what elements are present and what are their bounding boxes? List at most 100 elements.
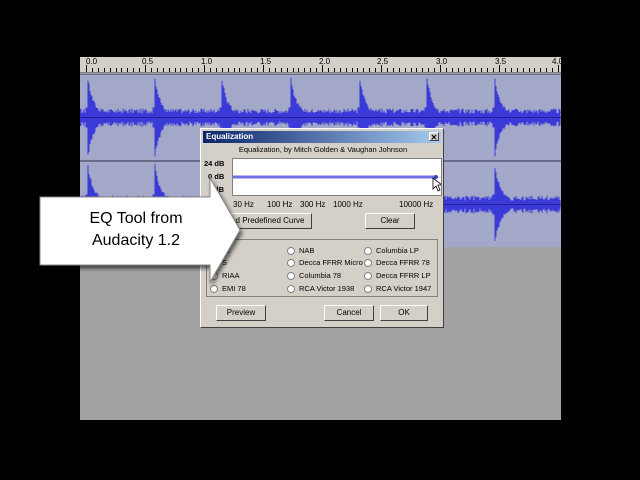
ruler-label: 3.0 [436,57,448,66]
ruler-tick [168,68,170,72]
preview-button[interactable]: Preview [216,305,266,321]
db-label-mid: 0 dB [208,172,225,181]
ruler-tick [304,68,306,72]
ruler-tick [209,68,211,72]
radio-icon [364,285,372,294]
ruler-tick [274,68,276,72]
ruler-tick [121,68,123,72]
ruler-label: 4.0 [552,57,561,66]
radio-icon [364,272,372,281]
ruler-tick [298,68,300,72]
radio-rca-victor-1947[interactable]: RCA Victor 1947 [364,284,431,294]
ruler-tick [369,68,371,72]
ruler-tick [451,68,453,72]
callout-text: EQ Tool from Audacity 1.2 [52,208,220,252]
radio-decca-ffrr-micro[interactable]: Decca FFRR Micro [287,258,363,268]
ruler-tick [504,68,506,72]
db-label-bottom: dB [214,185,224,194]
ruler-tick [440,65,441,72]
ruler-tick [204,65,205,72]
ruler-tick [310,68,312,72]
ruler-tick [162,68,164,72]
eq-curve-svg [233,175,444,192]
ruler-tick [280,68,282,72]
ruler-tick [375,68,377,72]
ruler-tick [127,68,129,72]
ruler-label: 3.5 [495,57,507,66]
radio-preset-2[interactable]: S [210,258,227,268]
ruler-tick [263,65,264,72]
ruler-tick [268,68,270,72]
ruler-tick [481,68,483,72]
ruler-tick [528,68,530,72]
ruler-tick [156,68,158,72]
radio-emi-78[interactable]: EMI 78 [210,284,246,294]
eq-curve-graph[interactable] [232,158,444,196]
clear-button[interactable]: Clear [365,213,415,229]
ruler-tick [386,68,388,72]
ruler-tick [558,65,559,72]
ruler-tick [357,68,359,72]
timeline-ruler[interactable]: 0.0 0.5 1.0 1.5 2.0 2.5 3.0 3.5 4.0 [80,57,561,73]
freq-label-1000: 1000 Hz [333,200,363,209]
freq-label-10000: 10000 Hz [399,200,434,209]
ruler-tick [493,68,495,72]
radio-decca-ffrr-lp[interactable]: Decca FFRR LP [364,271,431,281]
callout-line-2: Audacity 1.2 [91,232,181,249]
ruler-tick [245,68,247,72]
ok-button[interactable]: OK [380,305,428,321]
ruler-tick [150,68,152,72]
radio-nab[interactable]: NAB [287,246,314,256]
ruler-tick [392,68,394,72]
ruler-tick [410,68,412,72]
close-button[interactable]: ✕ [429,132,439,142]
radio-icon [364,247,372,256]
load-predefined-curve-button[interactable]: d Predefined Curve [228,213,312,229]
ruler-tick [445,68,447,72]
ruler-tick [192,68,194,72]
radio-icon [287,259,295,268]
freq-label-30: 30 Hz [233,200,254,209]
ruler-tick [115,68,117,72]
radio-columbia-78[interactable]: Columbia 78 [287,271,341,281]
ruler-tick [404,68,406,72]
radio-icon [210,259,218,268]
radio-columbia-lp[interactable]: Columbia LP [364,246,419,256]
dialog-titlebar[interactable]: Equalization ✕ [203,131,441,143]
cancel-button[interactable]: Cancel [324,305,374,321]
credit-text: Equalization, by Mitch Golden & Vaughan … [238,145,408,154]
ruler-tick [487,68,489,72]
ruler-tick [327,68,329,72]
ruler-tick [286,68,288,72]
ruler-tick [227,68,229,72]
ruler-tick [363,68,365,72]
ruler-tick [552,68,554,72]
ruler-tick [174,68,176,72]
ruler-tick [416,68,418,72]
ruler-tick [233,68,235,72]
eq-control-point [434,175,438,179]
ruler-label: 2.5 [377,57,389,66]
radio-riaa[interactable]: RIAA [210,271,240,281]
ruler-tick [398,68,400,72]
ruler-tick [316,68,318,72]
ruler-label: 1.5 [260,57,272,66]
ruler-tick [522,68,524,72]
ruler-tick [180,68,182,72]
ruler-tick [215,68,217,72]
radio-icon [287,272,295,281]
ruler-tick [91,68,93,72]
ruler-tick [186,68,188,72]
freq-label-100: 100 Hz [267,200,293,209]
ruler-tick [434,68,436,72]
ruler-label: 0.0 [86,57,98,66]
ruler-tick [292,68,294,72]
ruler-label: 1.0 [201,57,213,66]
ruler-tick [251,68,253,72]
radio-decca-ffrr-78[interactable]: Decca FFRR 78 [364,258,430,268]
radio-icon [287,285,295,294]
radio-rca-victor-1938[interactable]: RCA Victor 1938 [287,284,354,294]
ruler-label: 0.5 [142,57,154,66]
ruler-tick [339,68,341,72]
ruler-tick [540,68,542,72]
